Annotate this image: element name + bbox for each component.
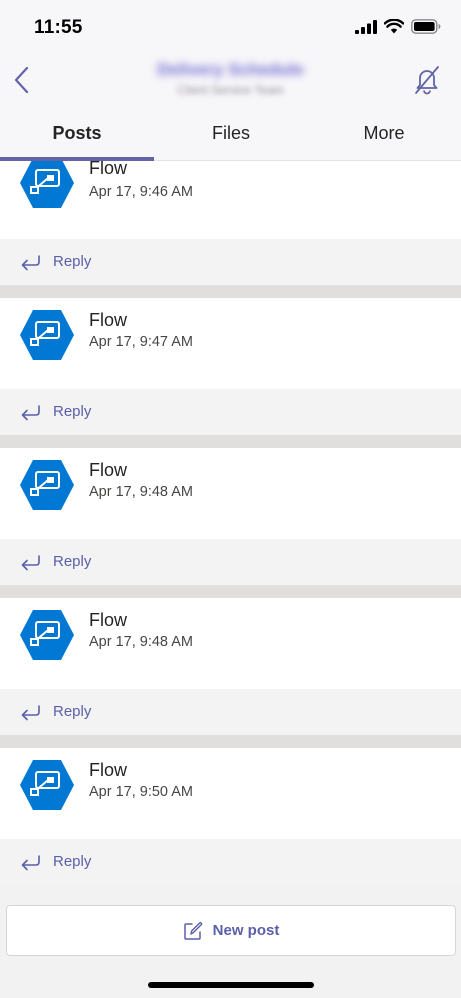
post-author[interactable]: Flow bbox=[89, 760, 127, 781]
flow-app-icon bbox=[20, 610, 74, 660]
reply-button[interactable]: Reply bbox=[0, 839, 461, 885]
status-icons bbox=[355, 19, 441, 34]
channel-title[interactable]: Delivery Schedule bbox=[0, 60, 461, 80]
status-bar: 11:55 bbox=[0, 0, 461, 56]
reply-label: Reply bbox=[53, 403, 92, 420]
post-divider bbox=[0, 285, 461, 298]
tab-more[interactable]: More bbox=[307, 106, 461, 161]
reply-label: Reply bbox=[53, 703, 92, 720]
post-card: Flow Apr 17, 9:47 AM Reply bbox=[0, 298, 461, 435]
reply-icon bbox=[21, 405, 40, 421]
battery-icon bbox=[411, 19, 441, 34]
post-timestamp: Apr 17, 9:50 AM bbox=[89, 784, 193, 800]
channel-subtitle: Client Service Team bbox=[177, 83, 284, 97]
reply-button[interactable]: Reply bbox=[0, 539, 461, 585]
post-timestamp: Apr 17, 9:48 AM bbox=[89, 634, 193, 650]
home-indicator[interactable] bbox=[148, 982, 314, 988]
bell-off-icon bbox=[415, 66, 439, 95]
signal-icon bbox=[355, 19, 377, 34]
status-time: 11:55 bbox=[34, 17, 83, 38]
channel-header: Delivery Schedule Client Service Team bbox=[0, 56, 461, 106]
tab-files[interactable]: Files bbox=[154, 106, 308, 161]
flow-app-icon bbox=[20, 760, 74, 810]
post-card: Flow Apr 17, 9:48 AM Reply bbox=[0, 598, 461, 735]
reply-button[interactable]: Reply bbox=[0, 239, 461, 285]
channel-tabs: Posts Files More bbox=[0, 106, 461, 161]
flow-app-icon bbox=[20, 161, 74, 208]
post-divider bbox=[0, 735, 461, 748]
post-card: Flow Apr 17, 9:50 AM Reply bbox=[0, 748, 461, 885]
tab-posts[interactable]: Posts bbox=[0, 106, 154, 161]
posts-feed[interactable]: Flow Apr 17, 9:46 AM Reply Flow Apr 17, bbox=[0, 161, 461, 895]
reply-icon bbox=[21, 255, 40, 271]
post-timestamp: Apr 17, 9:48 AM bbox=[89, 484, 193, 500]
reply-label: Reply bbox=[53, 253, 92, 270]
post-author[interactable]: Flow bbox=[89, 610, 127, 631]
post-timestamp: Apr 17, 9:46 AM bbox=[89, 184, 193, 200]
post-author[interactable]: Flow bbox=[89, 460, 127, 481]
post-card: Flow Apr 17, 9:46 AM Reply bbox=[0, 161, 461, 285]
post-timestamp: Apr 17, 9:47 AM bbox=[89, 334, 193, 350]
reply-label: Reply bbox=[53, 553, 92, 570]
reply-icon bbox=[21, 555, 40, 571]
post-author[interactable]: Flow bbox=[89, 161, 127, 179]
wifi-icon bbox=[384, 19, 404, 34]
post-card: Flow Apr 17, 9:48 AM Reply bbox=[0, 448, 461, 585]
new-post-label: New post bbox=[212, 922, 280, 939]
flow-app-icon bbox=[20, 460, 74, 510]
post-author[interactable]: Flow bbox=[89, 310, 127, 331]
mute-notifications-button[interactable] bbox=[411, 64, 443, 96]
compose-icon bbox=[183, 921, 202, 940]
reply-icon bbox=[21, 705, 40, 721]
new-post-button[interactable]: New post bbox=[6, 905, 456, 956]
flow-app-icon bbox=[20, 310, 74, 360]
reply-icon bbox=[21, 855, 40, 871]
teams-channel-screen: 11:55 Delivery Schedule Client Service T… bbox=[0, 0, 461, 998]
reply-button[interactable]: Reply bbox=[0, 689, 461, 735]
post-divider bbox=[0, 435, 461, 448]
reply-button[interactable]: Reply bbox=[0, 389, 461, 435]
reply-label: Reply bbox=[53, 853, 92, 870]
post-divider bbox=[0, 585, 461, 598]
